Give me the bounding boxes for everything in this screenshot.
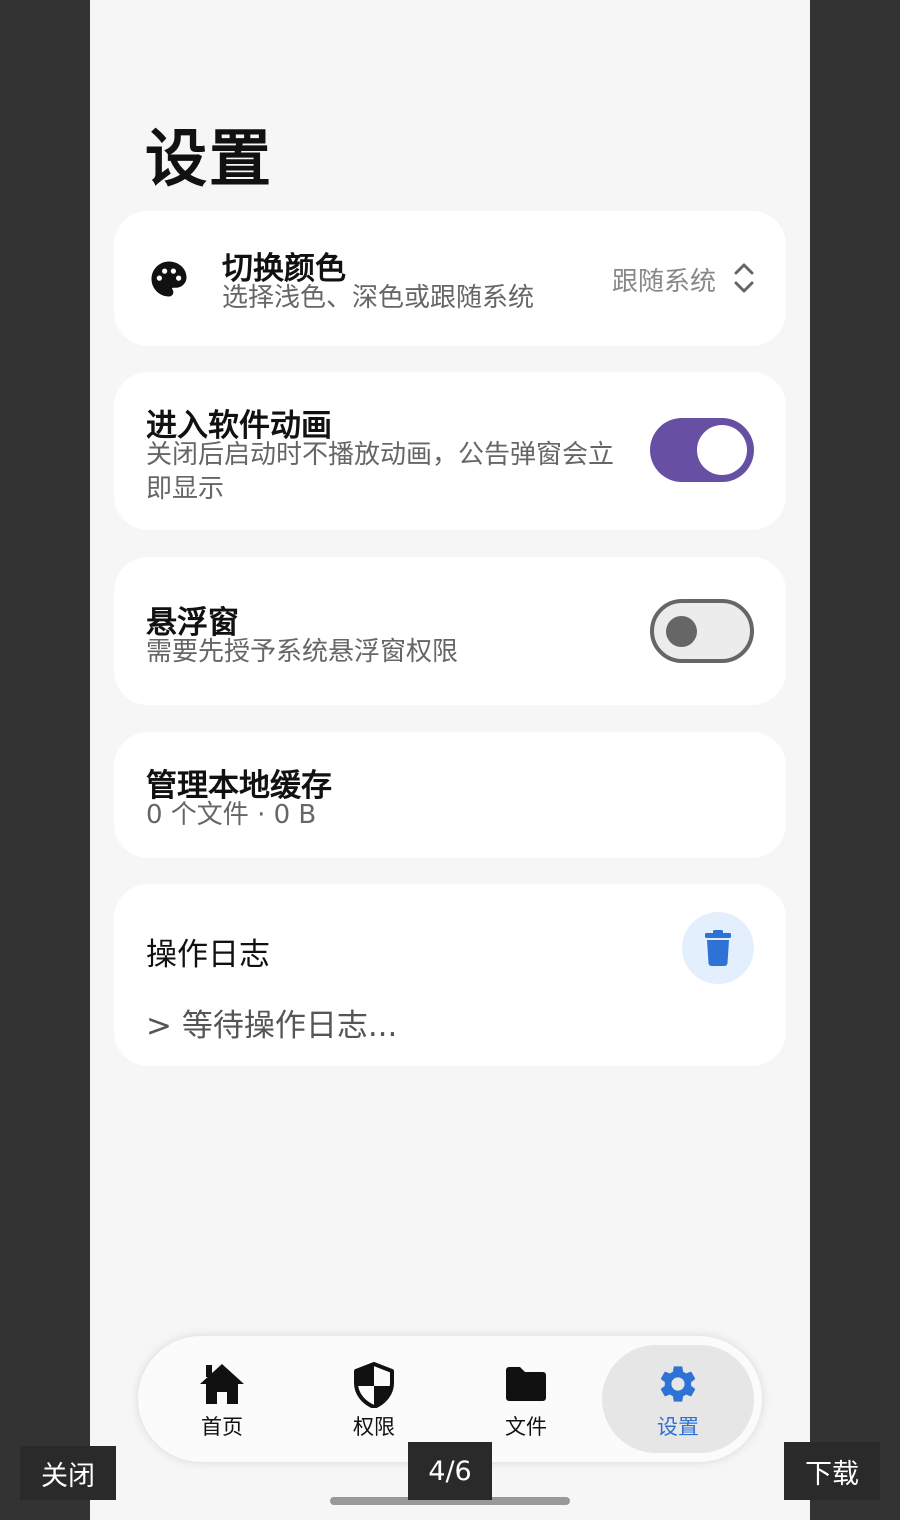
- nav-label-permissions: 权限: [353, 1415, 395, 1439]
- nav-label-home: 首页: [201, 1415, 243, 1439]
- log-content: > 等待操作日志...: [146, 1008, 398, 1044]
- toggle-knob: [697, 425, 747, 475]
- theme-setting-card[interactable]: 切换颜色 选择浅色、深色或跟随系统 跟随系统: [114, 211, 786, 346]
- floating-window-card: 悬浮窗 需要先授予系统悬浮窗权限: [114, 557, 786, 705]
- nav-item-settings[interactable]: 设置: [602, 1336, 754, 1462]
- shield-icon: [354, 1362, 394, 1408]
- toggle-knob: [666, 616, 697, 647]
- theme-value[interactable]: 跟随系统: [612, 261, 716, 298]
- chevron-up-down-icon[interactable]: [732, 259, 756, 297]
- gear-icon: [660, 1366, 696, 1402]
- intro-animation-card: 进入软件动画 关闭后启动时不播放动画，公告弹窗会立即显示: [114, 372, 786, 530]
- home-icon: [200, 1364, 244, 1404]
- nav-label-settings: 设置: [657, 1415, 699, 1439]
- floating-window-subtitle: 需要先授予系统悬浮窗权限: [146, 637, 459, 667]
- folder-icon: [506, 1367, 546, 1401]
- phone-screen: 设置 切换颜色 选择浅色、深色或跟随系统 跟随系统 进入软件动画 关闭后启动时不…: [90, 0, 810, 1520]
- nav-item-home[interactable]: 首页: [146, 1336, 298, 1462]
- floating-window-toggle[interactable]: [650, 599, 754, 663]
- theme-subtitle: 选择浅色、深色或跟随系统: [222, 283, 535, 313]
- log-title: 操作日志: [146, 937, 270, 973]
- trash-icon: [705, 930, 731, 966]
- page-title: 设置: [145, 122, 274, 195]
- cache-subtitle: 0 个文件 · 0 B: [146, 800, 317, 830]
- image-counter: 4/6: [408, 1442, 492, 1500]
- nav-label-files: 文件: [505, 1415, 547, 1439]
- cache-card[interactable]: 管理本地缓存 0 个文件 · 0 B: [114, 732, 786, 858]
- intro-animation-toggle[interactable]: [650, 418, 754, 482]
- clear-log-button[interactable]: [682, 912, 754, 984]
- log-card: 操作日志 > 等待操作日志...: [114, 884, 786, 1066]
- palette-icon: [151, 261, 187, 297]
- download-button[interactable]: 下载: [784, 1442, 880, 1500]
- close-button[interactable]: 关闭: [20, 1446, 116, 1500]
- intro-animation-subtitle: 关闭后启动时不播放动画，公告弹窗会立即显示: [146, 440, 615, 504]
